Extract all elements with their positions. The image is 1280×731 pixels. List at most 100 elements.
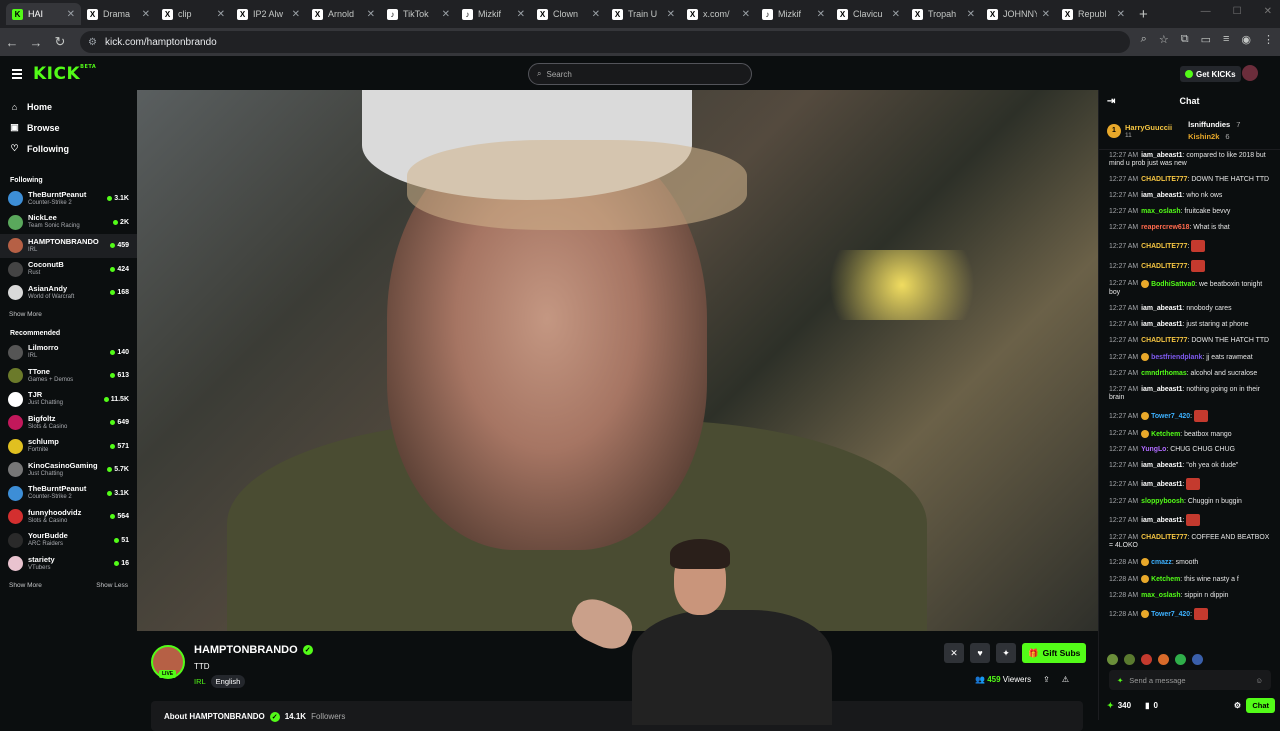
browser-tab[interactable]: X Clown ✕ [531, 3, 606, 25]
chat-username[interactable]: iam_abeast1 [1141, 152, 1182, 159]
tab-close-icon[interactable]: ✕ [667, 9, 675, 20]
chat-username[interactable]: Ketchem [1151, 430, 1180, 437]
tab-close-icon[interactable]: ✕ [142, 9, 150, 20]
collapse-chat-icon[interactable]: ⇥ [1107, 96, 1115, 107]
chat-username[interactable]: max_oslash [1141, 208, 1180, 215]
hamburger-menu-icon[interactable] [12, 69, 22, 81]
chat-username[interactable]: Ketchem [1151, 576, 1180, 583]
maximize-icon[interactable]: ☐ [1233, 6, 1242, 17]
emote-icon[interactable] [1124, 654, 1135, 665]
show-less-button[interactable]: Show Less [96, 582, 128, 589]
media-control-icon[interactable]: ≡ [1223, 33, 1229, 46]
chat-username[interactable]: YungLo [1141, 446, 1166, 453]
profile-icon[interactable]: ◉ [1241, 33, 1251, 46]
tab-close-icon[interactable]: ✕ [742, 9, 750, 20]
tab-close-icon[interactable]: ✕ [367, 9, 375, 20]
chat-username[interactable]: max_oslash [1141, 592, 1180, 599]
browser-tab[interactable]: X IP2 Alw ✕ [231, 3, 306, 25]
nav-home[interactable]: ⌂ Home [0, 96, 137, 117]
tab-close-icon[interactable]: ✕ [292, 9, 300, 20]
sidebar-channel[interactable]: TTone Games + Demos 613 [0, 364, 137, 388]
nav-following[interactable]: ♡ Following [0, 138, 137, 159]
browser-tab[interactable]: X Clavicu ✕ [831, 3, 906, 25]
follow-button[interactable]: ♥ [970, 643, 990, 663]
category-link[interactable]: IRL [194, 675, 206, 688]
sidebar-channel[interactable]: TheBurntPeanut Counter-Strike 2 3.1K [0, 187, 137, 211]
browser-tab[interactable]: ♪ Mizkif ✕ [756, 3, 831, 25]
browser-tab[interactable]: X Republ ✕ [1056, 3, 1131, 25]
gifter-row[interactable]: lsniffundies 7 [1188, 119, 1240, 131]
cast-icon[interactable]: ▭ [1201, 33, 1211, 46]
emote-icon[interactable] [1192, 654, 1203, 665]
sidebar-channel[interactable]: Bigfoltz Slots & Casino 649 [0, 411, 137, 435]
chat-username[interactable]: sloppyboosh [1141, 498, 1184, 505]
send-chat-button[interactable]: Chat [1246, 697, 1275, 713]
browser-tab[interactable]: X Train U ✕ [606, 3, 681, 25]
sidebar-channel[interactable]: schlump Fortnite 571 [0, 435, 137, 459]
extensions-icon[interactable]: ⧉ [1181, 33, 1189, 46]
chat-settings-icon[interactable]: ⚙ [1234, 701, 1241, 710]
chat-username[interactable]: CHADLITE777 [1141, 263, 1187, 270]
tab-close-icon[interactable]: ✕ [967, 9, 975, 20]
emote-icon[interactable] [1141, 654, 1152, 665]
browser-tab[interactable]: ♪ Mizkif ✕ [456, 3, 531, 25]
chat-username[interactable]: Tower7_420 [1151, 413, 1190, 420]
tab-close-icon[interactable]: ✕ [592, 9, 600, 20]
browser-tab[interactable]: Xx.com/✕ [681, 3, 756, 25]
chat-username[interactable]: reapercrew618 [1141, 224, 1189, 231]
chat-username[interactable]: CHADLITE777 [1141, 337, 1187, 344]
chat-username[interactable]: cmndrthomas [1141, 370, 1187, 377]
sidebar-channel[interactable]: TheBurntPeanut Counter-Strike 2 3.1K [0, 482, 137, 506]
browser-tab[interactable]: X Drama ✕ [81, 3, 156, 25]
report-icon[interactable]: ⚠ [1062, 675, 1069, 684]
bookmark-star-icon[interactable]: ☆ [1159, 33, 1169, 46]
get-kicks-button[interactable]: Get KICKs [1180, 66, 1241, 82]
channel-name[interactable]: HAMPTONBRANDO ✓ [194, 644, 313, 656]
browser-tab[interactable]: X Tropah ✕ [906, 3, 981, 25]
chat-username[interactable]: iam_abeast1 [1141, 305, 1182, 312]
mute-notifications-button[interactable]: ✕ [944, 643, 964, 663]
minimize-icon[interactable]: — [1201, 6, 1211, 17]
sidebar-channel[interactable]: AsianAndy World of Warcraft 168 [0, 281, 137, 305]
chat-username[interactable]: iam_abeast1 [1141, 481, 1182, 488]
sidebar-channel[interactable]: TJR Just Chatting 11.5K [0, 388, 137, 412]
tab-close-icon[interactable]: ✕ [517, 9, 525, 20]
site-info-icon[interactable]: ⚙ [88, 37, 97, 48]
sidebar-channel[interactable]: YourBudde ARC Raiders 51 [0, 529, 137, 553]
forward-icon[interactable]: → [24, 35, 48, 50]
chat-username[interactable]: BodhiSattva0 [1151, 280, 1195, 287]
tab-close-icon[interactable]: ✕ [892, 9, 900, 20]
language-tag[interactable]: English [210, 675, 246, 688]
tab-close-icon[interactable]: ✕ [217, 9, 225, 20]
tab-close-icon[interactable]: ✕ [817, 9, 825, 20]
emote-icon[interactable] [1107, 654, 1118, 665]
emote-icon[interactable] [1175, 654, 1186, 665]
menu-icon[interactable]: ⋮ [1263, 33, 1274, 46]
sidebar-channel[interactable]: CoconutB Rust 424 [0, 258, 137, 282]
chat-username[interactable]: iam_abeast1 [1141, 517, 1182, 524]
nav-browse[interactable]: ▣ Browse [0, 117, 137, 138]
sidebar-channel[interactable]: NickLee Team Sonic Racing 2K [0, 211, 137, 235]
gift-subs-button[interactable]: 🎁 Gift Subs [1022, 643, 1087, 663]
chat-username[interactable]: CHADLITE777 [1141, 243, 1187, 250]
user-avatar[interactable] [1242, 65, 1258, 81]
show-more-button[interactable]: Show More [9, 582, 42, 589]
top-gifter[interactable]: HarryGuuccii 11 [1125, 123, 1172, 139]
browser-tab[interactable]: X Arnold ✕ [306, 3, 381, 25]
sidebar-channel[interactable]: KinoCasinoGaming Just Chatting 5.7K [0, 458, 137, 482]
tab-close-icon[interactable]: ✕ [1042, 9, 1050, 20]
kick-logo[interactable]: KICKBETA [33, 64, 96, 84]
browser-tab[interactable]: ♪ TikTok ✕ [381, 3, 456, 25]
chat-username[interactable]: cmazz [1151, 559, 1172, 566]
browser-tab[interactable]: K HAI ✕ [6, 3, 81, 25]
tab-close-icon[interactable]: ✕ [442, 9, 450, 20]
chat-username[interactable]: CHADLITE777 [1141, 534, 1187, 541]
close-window-icon[interactable]: ✕ [1264, 6, 1272, 17]
clip-button[interactable]: ✦ [996, 643, 1016, 663]
url-field[interactable]: ⚙ kick.com/hamptonbrando [80, 31, 1130, 53]
new-tab-button[interactable]: + [1139, 6, 1148, 23]
tab-close-icon[interactable]: ✕ [67, 9, 75, 20]
chat-username[interactable]: Tower7_420 [1151, 611, 1190, 618]
sidebar-channel[interactable]: HAMPTONBRANDO IRL 459 [0, 234, 137, 258]
browser-tab[interactable]: X JOHNNY ✕ [981, 3, 1056, 25]
